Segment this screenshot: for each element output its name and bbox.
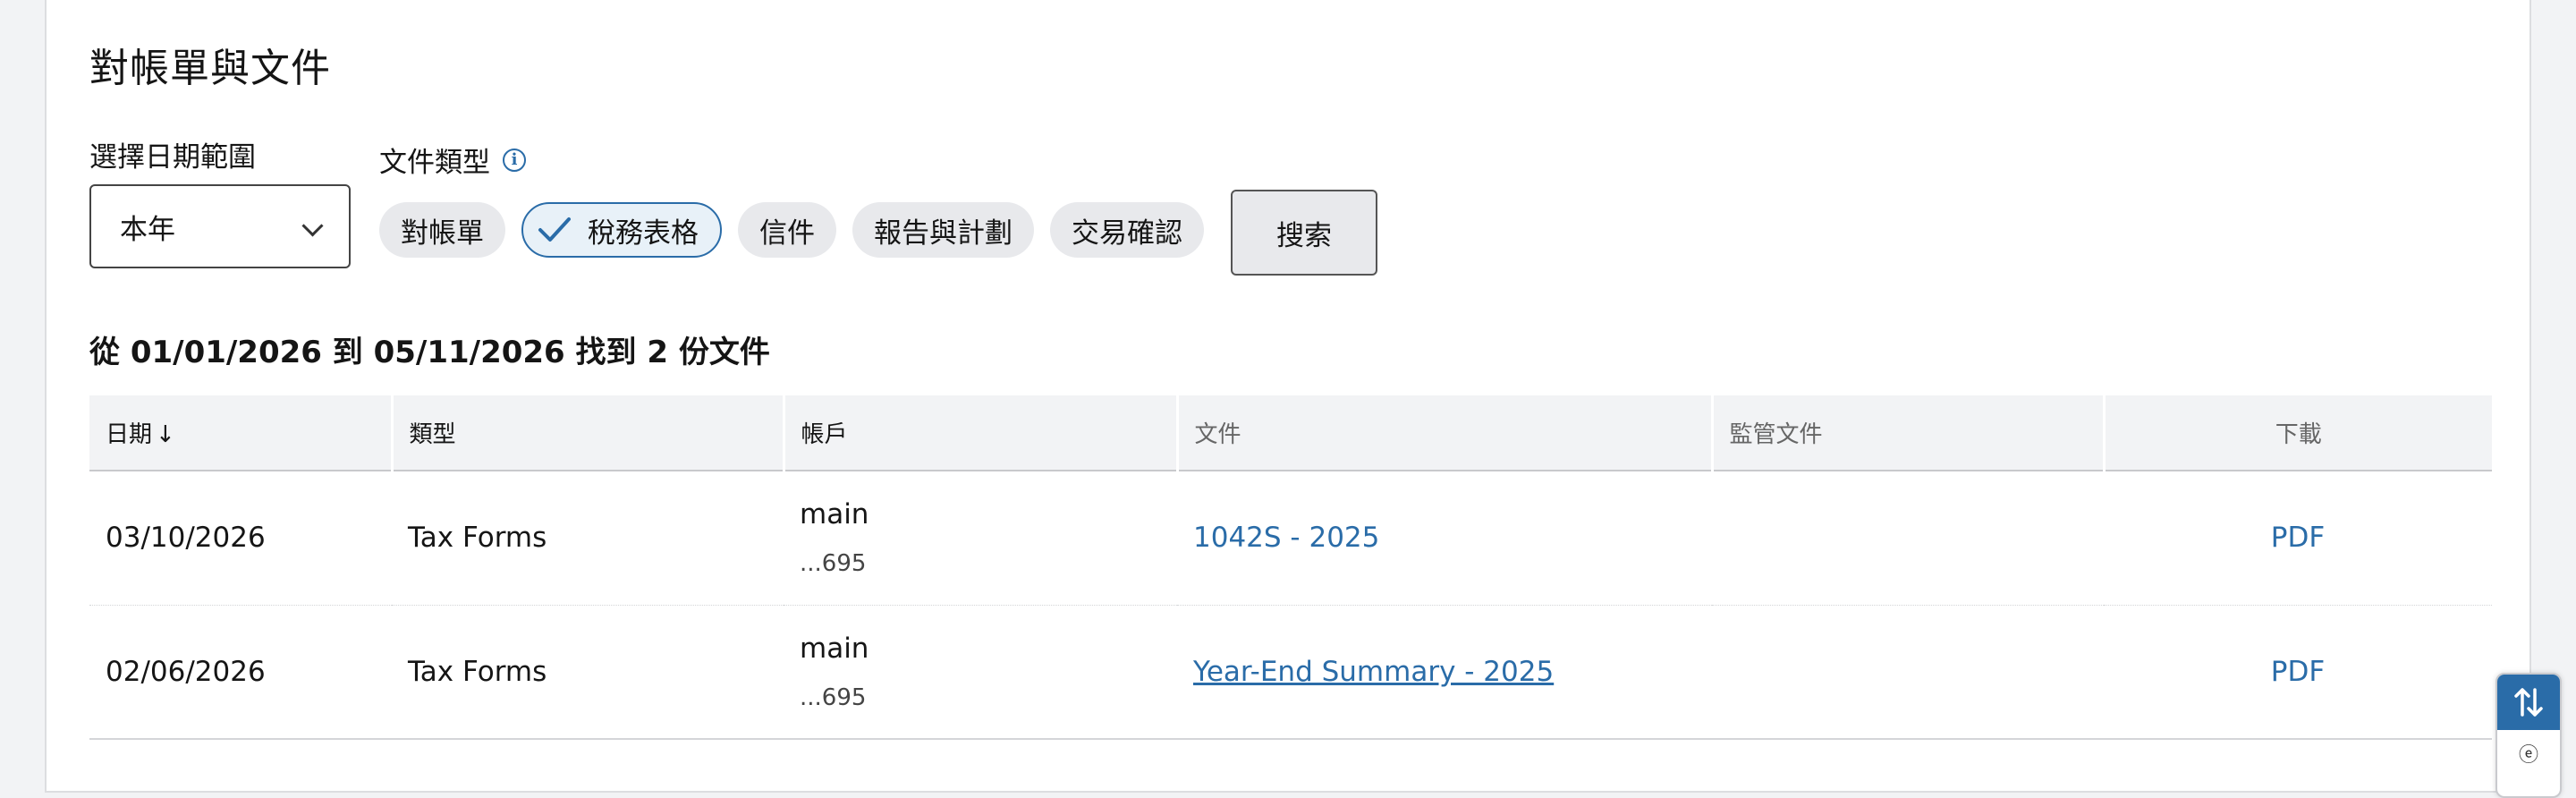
pdf-download-link[interactable]: PDF [2120,656,2476,688]
column-header-type: 類型 [392,395,785,471]
row-document: 1042S - 2025 [1177,471,1712,606]
row-account: main ...695 [784,471,1177,606]
column-header-date[interactable]: 日期 ↓ [89,395,394,471]
chevron-down-icon [301,215,324,237]
row-type: Tax Forms [392,605,784,740]
chip-label: 報告與計劃 [874,216,1013,250]
page-title: 對帳單與文件 [89,46,331,91]
chip-label: 交易確認 [1072,216,1182,250]
chip-letters[interactable]: 信件 [738,202,836,258]
date-range-value: 本年 [120,213,175,246]
sort-down-icon: ↓ [156,421,175,448]
chip-statements[interactable]: 對帳單 [379,202,505,258]
table-row: 02/06/2026 Tax Forms main ...695 Year-En… [89,605,2492,740]
row-account: main ...695 [784,605,1177,740]
widget-secondary-icon: ⓔ [2518,744,2538,767]
statements-panel: 對帳單與文件 選擇日期範圍 文件類型 i 本年 對帳單 稅務表格 信件 報告與計… [45,0,2531,793]
document-type-label-text: 文件類型 [379,147,490,179]
row-date: 02/06/2026 [89,605,392,740]
date-header-label: 日期 [106,421,153,448]
chip-label: 稅務表格 [588,216,699,250]
info-icon[interactable]: i [503,148,526,172]
document-type-chips: 對帳單 稅務表格 信件 報告與計劃 交易確認 [379,202,1204,258]
sort-arrows-icon[interactable] [2497,675,2560,730]
pdf-download-link[interactable]: PDF [2120,522,2476,554]
account-number: ...695 [800,550,867,578]
up-down-arrows-icon [2514,688,2543,717]
row-regulatory [1712,605,2104,740]
column-header-regulatory: 監管文件 [1712,395,2106,471]
document-type-label: 文件類型 i [379,140,526,180]
row-type: Tax Forms [392,471,784,606]
document-link[interactable]: Year-End Summary - 2025 [1193,656,1554,688]
row-download: PDF [2104,605,2492,740]
document-link[interactable]: 1042S - 2025 [1193,522,1379,554]
date-range-select[interactable]: 本年 [89,184,351,268]
date-range-label: 選擇日期範圍 [89,141,256,174]
table-header-row: 日期 ↓ 類型 帳戶 文件 監管文件 下載 [89,395,2492,471]
row-regulatory [1712,471,2104,606]
result-summary: 從 01/01/2026 到 05/11/2026 找到 2 份文件 [89,335,770,370]
row-download: PDF [2104,471,2492,606]
row-date: 03/10/2026 [89,471,392,606]
documents-table: 日期 ↓ 類型 帳戶 文件 監管文件 下載 03/10/2026 Tax Form… [89,395,2492,740]
chip-tax-forms[interactable]: 稅務表格 [521,202,722,258]
chip-trade-confirmations[interactable]: 交易確認 [1050,202,1204,258]
floating-widget[interactable]: ⓔ [2496,673,2562,798]
account-name: main [800,498,869,531]
column-header-download: 下載 [2104,395,2492,471]
chip-reports-plans[interactable]: 報告與計劃 [852,202,1034,258]
account-name: main [800,632,869,665]
table-row: 03/10/2026 Tax Forms main ...695 1042S -… [89,471,2492,606]
chip-label: 信件 [759,216,815,250]
column-header-document: 文件 [1177,395,1714,471]
search-button[interactable]: 搜索 [1231,190,1377,276]
account-number: ...695 [800,683,867,711]
chip-label: 對帳單 [401,216,484,250]
row-document: Year-End Summary - 2025 [1177,605,1712,740]
column-header-account: 帳戶 [784,395,1179,471]
checkmark-icon [538,217,571,242]
